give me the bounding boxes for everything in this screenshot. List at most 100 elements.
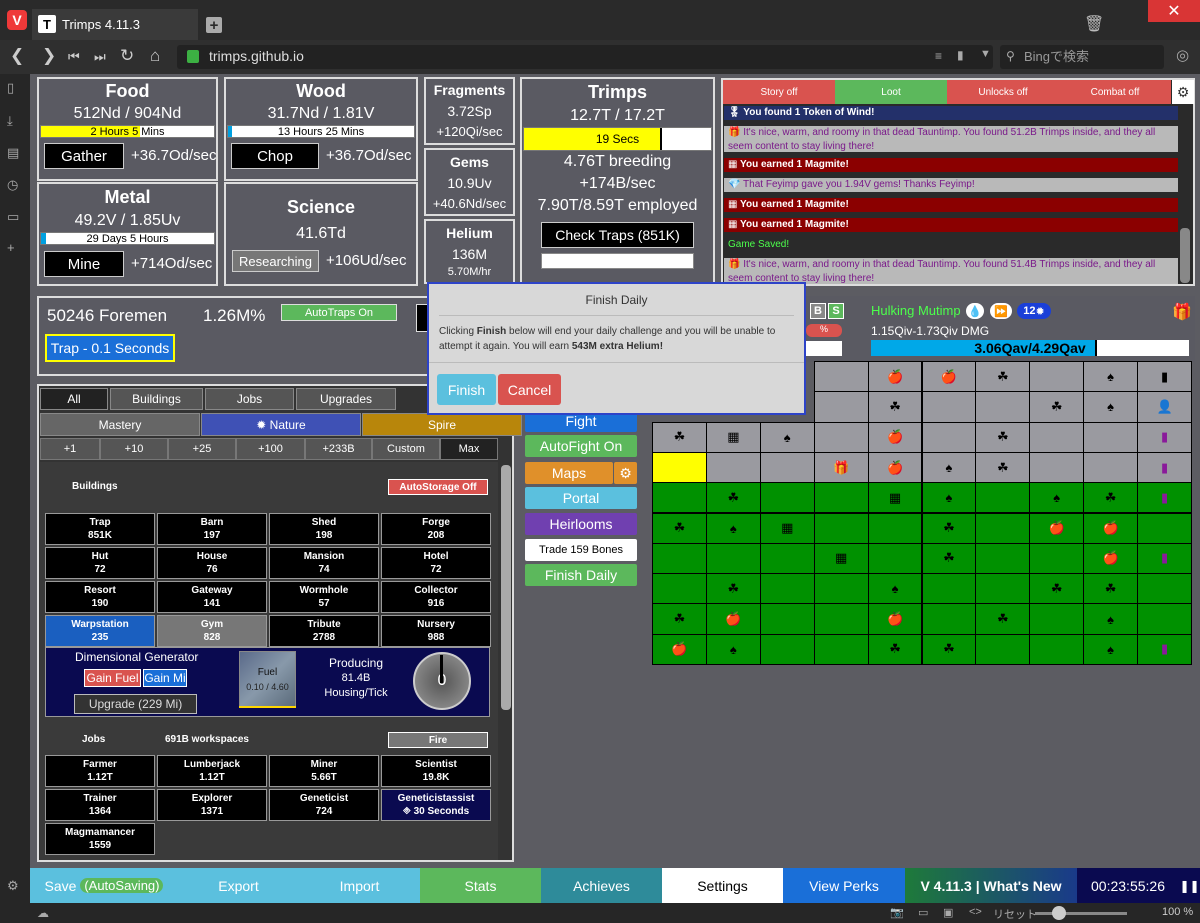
achieves-button[interactable]: Achieves [541,868,662,903]
amount-tab[interactable]: +233B [305,438,372,460]
combat-filter-button[interactable]: Combat off [1059,80,1171,104]
building-barn[interactable]: Barn 197 [157,513,267,545]
code-icon[interactable]: <> [969,906,982,918]
history-icon[interactable]: ◷ [7,177,23,193]
building-gym[interactable]: Gym 828 [157,615,267,647]
image-icon[interactable]: ▣ [943,906,953,919]
view-perks-button[interactable]: View Perks [783,868,905,903]
job-explorer[interactable]: Explorer 1371 [157,789,267,821]
dropdown-icon[interactable]: ▼ [980,48,991,60]
chop-button[interactable]: Chop [231,143,319,169]
add-panel-icon[interactable]: + [7,240,23,256]
job-geneticistassist[interactable]: Geneticistassist 🞜 30 Seconds [381,789,491,821]
back-icon[interactable]: ❮ [10,46,24,66]
cloud-sync-icon[interactable]: ☁ [37,906,49,920]
trade-bones-button[interactable]: Trade 159 Bones [525,539,637,561]
gift-icon[interactable]: 🎁 [1172,302,1192,322]
buy-tab-jobs[interactable]: Jobs [205,388,294,410]
notes-icon[interactable]: ▤ [7,145,23,161]
bookmarks-panel-icon[interactable]: ▯ [7,80,23,96]
import-button[interactable]: Import [299,868,420,903]
amount-tab[interactable]: Custom [372,438,440,460]
building-mansion[interactable]: Mansion 74 [269,547,379,579]
window-close-icon[interactable]: ✕ [1148,0,1200,22]
window-icon[interactable]: ▭ [918,906,928,919]
story-filter-button[interactable]: Story off [723,80,835,104]
lock-icon[interactable] [187,50,199,63]
dialog-finish-button[interactable]: Finish [437,374,496,405]
zoom-reset[interactable]: リセット [993,906,1037,922]
autotraps-button[interactable]: AutoTraps On [281,304,397,321]
job-geneticist[interactable]: Geneticist 724 [269,789,379,821]
building-trap[interactable]: Trap 851K [45,513,155,545]
forward-icon[interactable]: ❯ [42,46,56,66]
reload-icon[interactable]: ↻ [120,46,134,66]
reader-icon[interactable]: ≡ [935,49,942,63]
portal-button[interactable]: Portal [525,487,637,509]
pause-icon[interactable]: ❚❚ [1179,868,1200,903]
settings-gear-icon[interactable]: ⚙ [7,878,23,894]
home-icon[interactable]: ⌂ [150,46,160,66]
amount-tab[interactable]: +100 [236,438,305,460]
building-forge[interactable]: Forge 208 [381,513,491,545]
buy-scrollbar[interactable] [501,465,511,710]
unlocks-filter-button[interactable]: Unlocks off [947,80,1059,104]
amount-tab[interactable]: Max [440,438,498,460]
buy-tab-upgrades[interactable]: Upgrades [296,388,396,410]
autostorage-button[interactable]: AutoStorage Off [388,479,488,495]
building-gateway[interactable]: Gateway 141 [157,581,267,613]
job-lumberjack[interactable]: Lumberjack 1.12T [157,755,267,787]
dg-upgrade-button[interactable]: Upgrade (229 Mi) [74,694,197,714]
building-shed[interactable]: Shed 198 [269,513,379,545]
building-warpstation[interactable]: Warpstation 235 [45,615,155,647]
building-tribute[interactable]: Tribute 2788 [269,615,379,647]
settings-button[interactable]: Settings [662,868,783,903]
camera-icon[interactable]: 📷 [890,906,904,919]
fire-button[interactable]: Fire [388,732,488,748]
building-wormhole[interactable]: Wormhole 57 [269,581,379,613]
buy-tab-buildings[interactable]: Buildings [110,388,203,410]
export-button[interactable]: Export [178,868,299,903]
rewind-icon[interactable]: ⏮ [68,49,80,65]
sub-tab-1[interactable]: ✹ Nature [201,413,361,436]
new-tab-icon[interactable]: + [206,17,222,34]
heirlooms-button[interactable]: Heirlooms [525,513,637,535]
sub-tab-2[interactable]: Spire [362,413,522,436]
bookmark-icon[interactable]: ▮ [957,48,964,62]
url-text[interactable]: trimps.github.io [209,48,304,64]
amount-tab[interactable]: +10 [100,438,168,460]
vivaldi-logo-icon[interactable]: V [7,10,27,30]
buy-tab-all[interactable]: All [40,388,108,410]
amount-tab[interactable]: +25 [168,438,236,460]
search-field[interactable]: Bingで検索 [1000,45,1164,69]
trap-build-queue[interactable]: Trap - 0.1 Seconds [45,334,175,362]
check-traps-button[interactable]: Check Traps (851K) [541,222,694,248]
log-settings-gear-icon[interactable]: ⚙ [1172,80,1194,104]
save-button[interactable]: Save (AutoSaving) [30,868,178,903]
job-scientist[interactable]: Scientist 19.8K [381,755,491,787]
building-resort[interactable]: Resort 190 [45,581,155,613]
building-nursery[interactable]: Nursery 988 [381,615,491,647]
job-trainer[interactable]: Trainer 1364 [45,789,155,821]
loot-filter-button[interactable]: Loot [835,80,947,104]
maps-settings-gear-icon[interactable]: ⚙ [614,462,637,484]
autofight-button[interactable]: AutoFight On [525,435,637,457]
gather-button[interactable]: Gather [44,143,124,169]
building-collector[interactable]: Collector 916 [381,581,491,613]
window-panel-icon[interactable]: ▭ [7,209,23,225]
zoom-slider-handle[interactable] [1052,906,1066,920]
whats-new-button[interactable]: V 4.11.3 | What's New [905,868,1077,903]
log-scrollbar[interactable] [1180,228,1190,283]
downloads-icon[interactable]: ⤓ [7,113,23,129]
building-house[interactable]: House 76 [157,547,267,579]
researching-button[interactable]: Researching [232,250,319,272]
job-farmer[interactable]: Farmer 1.12T [45,755,155,787]
amount-tab[interactable]: +1 [40,438,100,460]
sub-tab-0[interactable]: Mastery [40,413,200,436]
job-magmamancer[interactable]: Magmamancer 1559 [45,823,155,855]
gain-fuel-button[interactable]: Gain Fuel [84,669,141,687]
building-hut[interactable]: Hut 72 [45,547,155,579]
dialog-cancel-button[interactable]: Cancel [498,374,561,405]
finish-daily-button[interactable]: Finish Daily [525,564,637,586]
gain-mi-button[interactable]: Gain Mi [143,669,187,687]
